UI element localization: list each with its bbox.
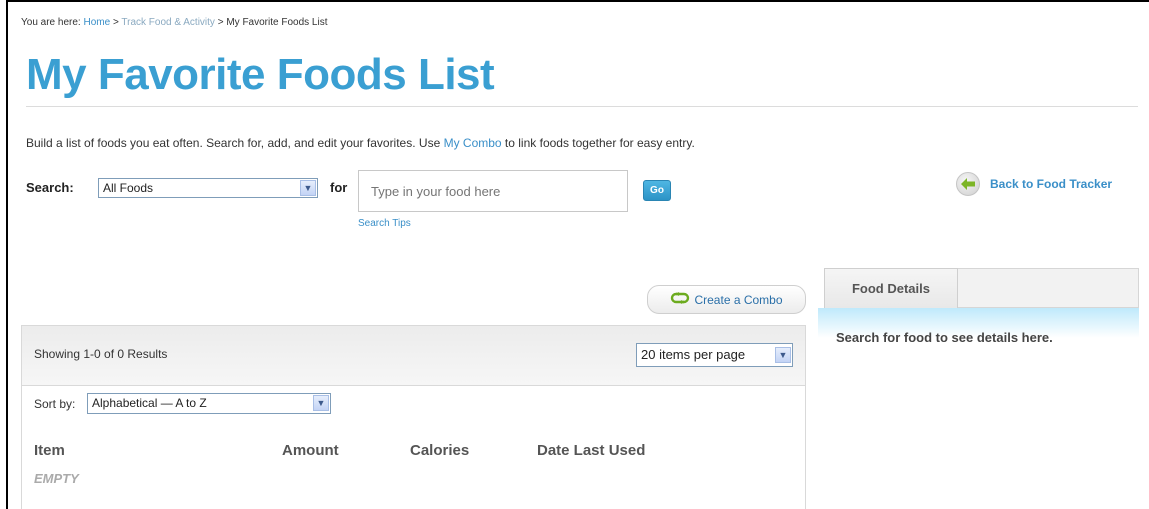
back-arrow-icon[interactable] bbox=[956, 172, 980, 196]
sort-by-value: Alphabetical — A to Z bbox=[92, 396, 207, 410]
window-frame-left bbox=[6, 0, 8, 509]
column-header-calories: Calories bbox=[410, 442, 470, 459]
chevron-down-icon[interactable]: ▼ bbox=[313, 395, 329, 411]
details-message: Search for food to see details here. bbox=[836, 330, 1053, 345]
chevron-down-icon[interactable]: ▼ bbox=[300, 180, 316, 196]
column-header-date-last-used: Date Last Used bbox=[537, 442, 646, 459]
results-panel: Showing 1-0 of 0 Results 20 items per pa… bbox=[21, 325, 806, 509]
intro-text-before: Build a list of foods you eat often. Sea… bbox=[26, 136, 444, 150]
window-frame-top bbox=[6, 0, 1149, 2]
tab-food-details[interactable]: Food Details bbox=[824, 268, 958, 308]
breadcrumb-track-link[interactable]: Track Food & Activity bbox=[121, 17, 215, 28]
search-category-value: All Foods bbox=[103, 181, 154, 195]
back-to-food-tracker-link[interactable]: Back to Food Tracker bbox=[956, 172, 1112, 196]
page-title: My Favorite Foods List bbox=[26, 50, 495, 99]
combo-link-icon bbox=[670, 292, 690, 307]
items-per-page-value: 20 items per page bbox=[641, 347, 746, 362]
results-count: Showing 1-0 of 0 Results bbox=[34, 347, 168, 361]
my-combo-link[interactable]: My Combo bbox=[444, 136, 502, 150]
go-button[interactable]: Go bbox=[643, 180, 671, 201]
column-header-amount: Amount bbox=[282, 442, 339, 459]
breadcrumb: You are here: Home > Track Food & Activi… bbox=[21, 17, 328, 28]
chevron-down-icon[interactable]: ▼ bbox=[775, 347, 791, 363]
create-combo-label: Create a Combo bbox=[694, 292, 783, 307]
column-header-item: Item bbox=[34, 442, 65, 459]
title-divider bbox=[26, 106, 1138, 107]
back-to-food-tracker-label[interactable]: Back to Food Tracker bbox=[990, 177, 1112, 191]
for-label: for bbox=[330, 180, 348, 195]
breadcrumb-current: My Favorite Foods List bbox=[226, 17, 328, 28]
food-details-panel: Food Details Search for food to see deta… bbox=[818, 268, 1139, 509]
search-label: Search: bbox=[26, 180, 74, 195]
empty-results-label: EMPTY bbox=[34, 471, 79, 486]
intro-text: Build a list of foods you eat often. Sea… bbox=[26, 136, 695, 150]
sort-by-label: Sort by: bbox=[34, 397, 76, 411]
items-per-page-select[interactable]: 20 items per page ▼ bbox=[636, 343, 793, 367]
breadcrumb-separator: > bbox=[217, 17, 224, 28]
results-header: Showing 1-0 of 0 Results 20 items per pa… bbox=[22, 326, 805, 386]
breadcrumb-prefix: You are here: bbox=[21, 17, 81, 28]
intro-text-after: to link foods together for easy entry. bbox=[501, 136, 695, 150]
food-search-input[interactable] bbox=[358, 170, 628, 212]
create-combo-button[interactable]: Create a Combo bbox=[647, 285, 806, 314]
breadcrumb-separator: > bbox=[112, 17, 119, 28]
search-tips-link[interactable]: Search Tips bbox=[358, 218, 411, 229]
details-tab-bar: Food Details bbox=[824, 268, 1139, 308]
breadcrumb-home-link[interactable]: Home bbox=[83, 17, 110, 28]
search-category-select[interactable]: All Foods ▼ bbox=[98, 178, 318, 198]
sort-by-select[interactable]: Alphabetical — A to Z ▼ bbox=[87, 393, 331, 414]
